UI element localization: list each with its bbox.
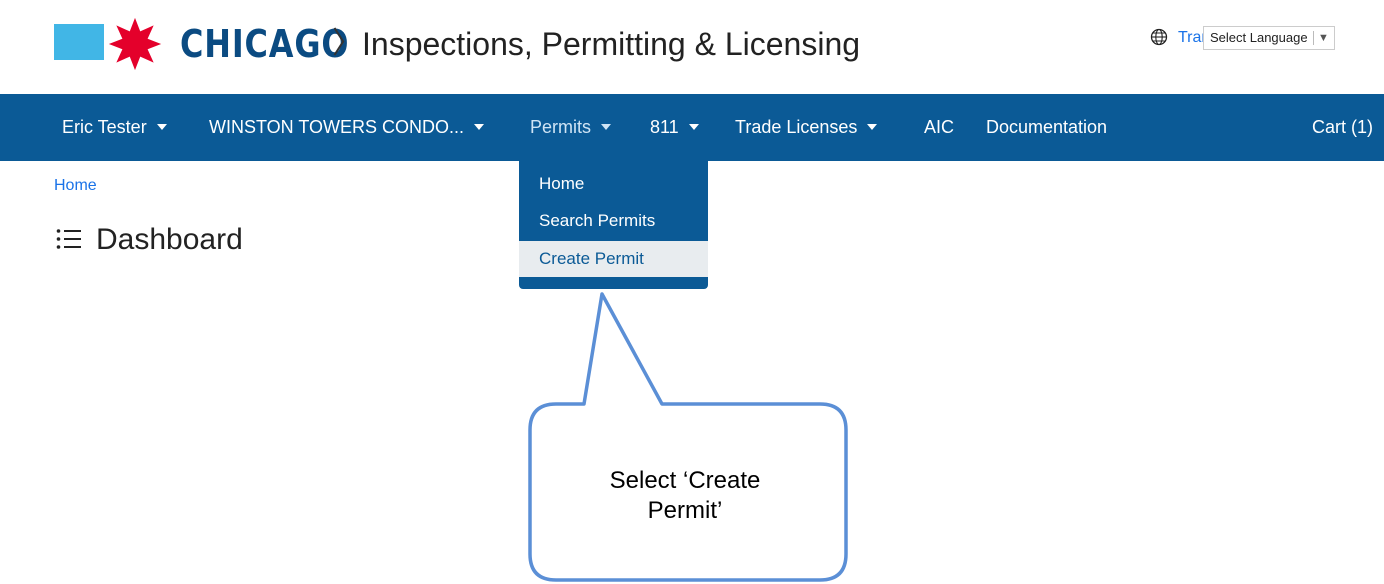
site-header: CHICAGO 〉 Inspections, Permitting & Lice… <box>0 0 1384 94</box>
chicago-wordmark[interactable]: CHICAGO <box>180 14 349 74</box>
nav-documentation-link[interactable]: Documentation <box>986 94 1107 161</box>
caret-down-icon <box>688 124 699 130</box>
nav-account-menu[interactable]: WINSTON TOWERS CONDO... <box>209 94 485 161</box>
breadcrumb-home[interactable]: Home <box>54 176 97 196</box>
nav-cart-link[interactable]: Cart (1) <box>1312 94 1373 161</box>
nav-811-menu[interactable]: 811 <box>650 94 699 161</box>
instruction-callout-bubble <box>528 292 848 582</box>
nav-user-label: Eric Tester <box>62 117 147 137</box>
star-icon <box>108 17 162 71</box>
list-icon <box>56 229 81 249</box>
language-select[interactable]: Select Language ▼ <box>1203 26 1335 50</box>
header-separator: 〉 <box>332 27 362 60</box>
language-select-value: Select Language <box>1210 30 1308 45</box>
caret-down-icon <box>156 124 167 130</box>
nav-account-label: WINSTON TOWERS CONDO... <box>209 117 465 137</box>
menu-item-home[interactable]: Home <box>519 166 708 202</box>
caret-down-icon <box>474 124 485 130</box>
nav-trade-licenses-label: Trade Licenses <box>735 117 858 137</box>
city-flag-bar-logo <box>54 24 104 60</box>
app-title[interactable]: Inspections, Permitting & Licensing <box>362 22 860 66</box>
nav-811-label: 811 <box>650 117 679 137</box>
globe-icon <box>1150 28 1168 46</box>
nav-trade-licenses-menu[interactable]: Trade Licenses <box>735 94 878 161</box>
nav-permits-label: Permits <box>530 117 592 137</box>
select-divider <box>1313 31 1314 45</box>
nav-user-menu[interactable]: Eric Tester <box>62 94 167 161</box>
callout-line-2: Permit’ <box>647 497 723 524</box>
menu-item-label: Search Permits <box>539 211 656 230</box>
nav-permits-menu[interactable]: Permits <box>530 94 612 161</box>
menu-item-create-permit[interactable]: Create Permit <box>519 241 708 277</box>
menu-item-label: Create Permit <box>539 249 644 268</box>
caret-down-icon <box>601 124 612 130</box>
callout-text: Select ‘Create Permit’ <box>560 466 810 526</box>
callout-line-1: Select ‘Create <box>609 467 761 494</box>
main-navbar: Eric Tester WINSTON TOWERS CONDO... Perm… <box>0 94 1384 161</box>
page-title: Dashboard <box>96 223 243 256</box>
permits-dropdown-menu: Home Search Permits Create Permit <box>519 161 708 289</box>
caret-down-icon <box>867 124 878 130</box>
chevron-down-icon: ▼ <box>1318 32 1329 44</box>
menu-item-search-permits[interactable]: Search Permits <box>519 203 708 239</box>
menu-item-label: Home <box>539 174 585 193</box>
nav-aic-link[interactable]: AIC <box>924 94 954 161</box>
